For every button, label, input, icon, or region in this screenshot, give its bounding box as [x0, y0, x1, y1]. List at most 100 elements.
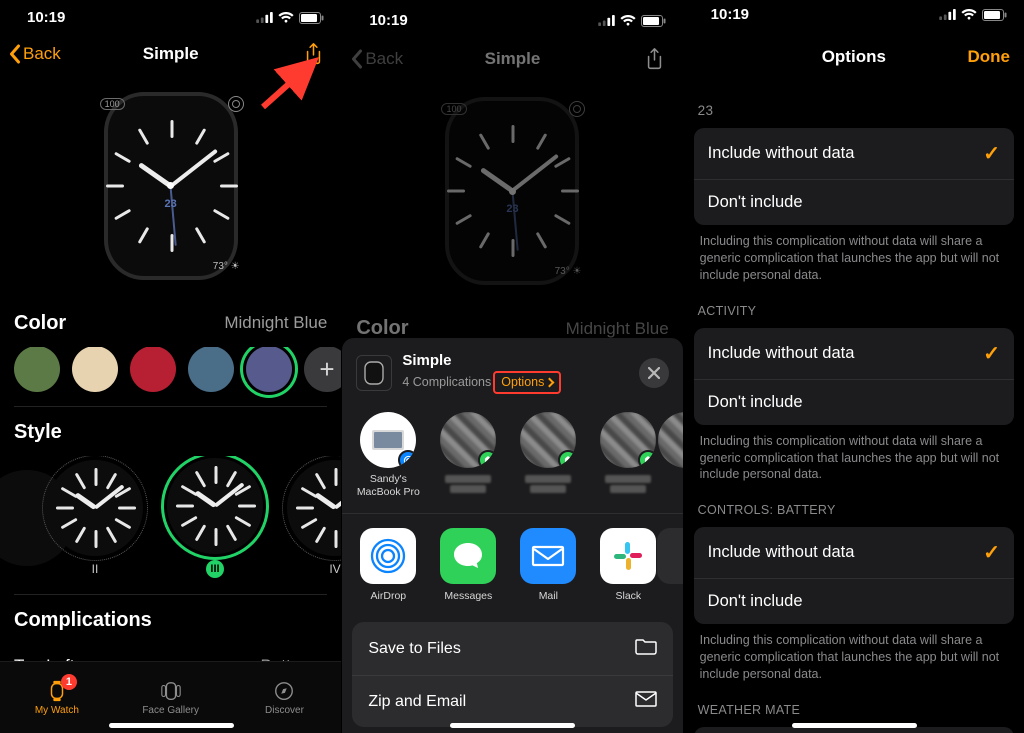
- done-button[interactable]: Done: [967, 47, 1010, 67]
- style-option[interactable]: IV: [280, 460, 341, 576]
- share-contacts[interactable]: Sandy's MacBook Pro: [342, 406, 682, 513]
- style-option[interactable]: II: [40, 460, 150, 576]
- tab-badge: 1: [61, 674, 77, 690]
- share-icon: [645, 48, 664, 70]
- color-label: Color: [356, 317, 408, 340]
- home-indicator[interactable]: [792, 723, 917, 728]
- style-label: III: [206, 560, 224, 578]
- screen-watch-face-detail: 10:19 Back Simple 100 23 73° ☀: [0, 0, 341, 733]
- share-contact[interactable]: [516, 412, 580, 499]
- nav-bar: Options Done: [684, 23, 1024, 83]
- complication-bottom-right: 73° ☀: [213, 261, 240, 272]
- style-carousel[interactable]: IIIIIIV: [0, 456, 341, 584]
- option-row[interactable]: Include without data✓: [694, 527, 1014, 578]
- share-app[interactable]: Slack: [596, 528, 660, 602]
- color-value: Midnight Blue: [224, 313, 327, 333]
- status-icons: [598, 15, 666, 27]
- status-bar: 10:19: [0, 0, 341, 30]
- options-list[interactable]: 23Include without data✓Don't includeIncl…: [684, 83, 1024, 733]
- options-group-header: ACTIVITY: [684, 298, 1024, 324]
- color-swatch[interactable]: [188, 347, 234, 393]
- screen-share-sheet: 10:19 Back Simple 100 23 73° ☀ Color Mid: [341, 0, 682, 733]
- checkmark-icon: ✓: [983, 540, 1000, 565]
- option-row[interactable]: Don't include: [694, 379, 1014, 425]
- options-group-header: CONTROLS: BATTERY: [684, 497, 1024, 523]
- style-section: Style: [0, 406, 341, 456]
- share-contact[interactable]: [596, 412, 660, 499]
- cellular-icon: [256, 12, 273, 23]
- nav-bar: Back Simple: [0, 30, 341, 78]
- style-label: IV: [329, 562, 340, 576]
- option-row[interactable]: Don't include: [694, 578, 1014, 624]
- close-button[interactable]: [639, 358, 669, 388]
- color-swatch[interactable]: [14, 347, 60, 393]
- status-bar: 10:19: [684, 0, 1024, 23]
- compass-icon: [271, 680, 297, 702]
- color-swatch[interactable]: [72, 347, 118, 393]
- status-time: 10:19: [369, 12, 407, 29]
- options-group-header: WEATHER MATE: [684, 697, 1024, 723]
- share-action[interactable]: Save to Files: [352, 622, 672, 675]
- checkmark-icon: ✓: [983, 341, 1000, 366]
- complication-center: 23: [165, 198, 177, 210]
- options-button[interactable]: Options: [501, 375, 553, 391]
- color-swatches[interactable]: +: [0, 347, 341, 406]
- share-title: Simple: [402, 352, 628, 371]
- style-label: Style: [14, 421, 62, 444]
- share-button[interactable]: [299, 40, 327, 68]
- status-icons: [939, 9, 1007, 21]
- option-row[interactable]: Don't include: [694, 179, 1014, 225]
- options-group-header: 23: [684, 97, 1024, 124]
- home-indicator[interactable]: [109, 723, 234, 728]
- share-app[interactable]: Mail: [516, 528, 580, 602]
- share-item-thumb: [356, 355, 392, 391]
- share-action[interactable]: Zip and Email: [352, 675, 672, 727]
- watch-dial: [120, 108, 222, 264]
- complication-top-right: [228, 96, 244, 112]
- watch-mini-icon: [361, 358, 387, 388]
- tab-discover[interactable]: Discover: [228, 662, 342, 733]
- option-row[interactable]: Include without data✓: [694, 128, 1014, 179]
- options-group-footer: Including this complication without data…: [684, 624, 1024, 683]
- color-swatch[interactable]: [130, 347, 176, 393]
- watch-preview: 100 23 73° ☀: [342, 83, 682, 305]
- battery-icon: [641, 15, 666, 27]
- share-app[interactable]: AirDrop: [356, 528, 420, 602]
- screen-options: 10:19 Options Done 23 Include without dat…: [683, 0, 1024, 733]
- share-contact[interactable]: Sandy's MacBook Pro: [356, 412, 420, 499]
- complication-top-left: 100: [100, 98, 125, 110]
- battery-icon: [299, 12, 324, 24]
- chevron-right-icon: [545, 378, 555, 388]
- tab-my-watch[interactable]: 1 My Watch: [0, 662, 114, 733]
- color-label: Color: [14, 312, 66, 335]
- status-time: 10:19: [27, 9, 65, 26]
- chevron-left-icon: [8, 44, 21, 64]
- wifi-icon: [620, 15, 636, 27]
- share-subtitle: 4 Complications: [402, 375, 491, 391]
- wifi-icon: [961, 9, 977, 21]
- gallery-icon: [158, 680, 184, 702]
- nav-bar: Back Simple: [342, 35, 682, 83]
- mail-icon: [635, 691, 657, 712]
- share-sheet-header: Simple 4 Complications Options: [342, 350, 682, 406]
- home-indicator[interactable]: [450, 723, 575, 728]
- share-contact[interactable]: [436, 412, 500, 499]
- back-button[interactable]: Back: [350, 49, 403, 69]
- color-value: Midnight Blue: [566, 319, 669, 339]
- share-apps[interactable]: AirDropMessagesMailSlack: [342, 514, 682, 616]
- options-group-footer: Including this complication without data…: [684, 425, 1024, 484]
- status-bar: 10:19: [342, 0, 682, 35]
- style-option[interactable]: III: [160, 458, 270, 578]
- options-group-footer: Including this complication without data…: [684, 225, 1024, 284]
- share-app[interactable]: Messages: [436, 528, 500, 602]
- option-row[interactable]: Include without data✓: [694, 328, 1014, 379]
- add-color-button[interactable]: +: [304, 347, 341, 393]
- watch-preview: 100 23 73° ☀: [0, 78, 341, 300]
- folder-icon: [635, 637, 657, 660]
- back-button[interactable]: Back: [8, 44, 61, 64]
- style-label: II: [92, 562, 99, 576]
- color-swatch[interactable]: [246, 347, 292, 393]
- share-button[interactable]: [641, 45, 669, 73]
- cellular-icon: [598, 15, 615, 26]
- status-time: 10:19: [711, 6, 749, 23]
